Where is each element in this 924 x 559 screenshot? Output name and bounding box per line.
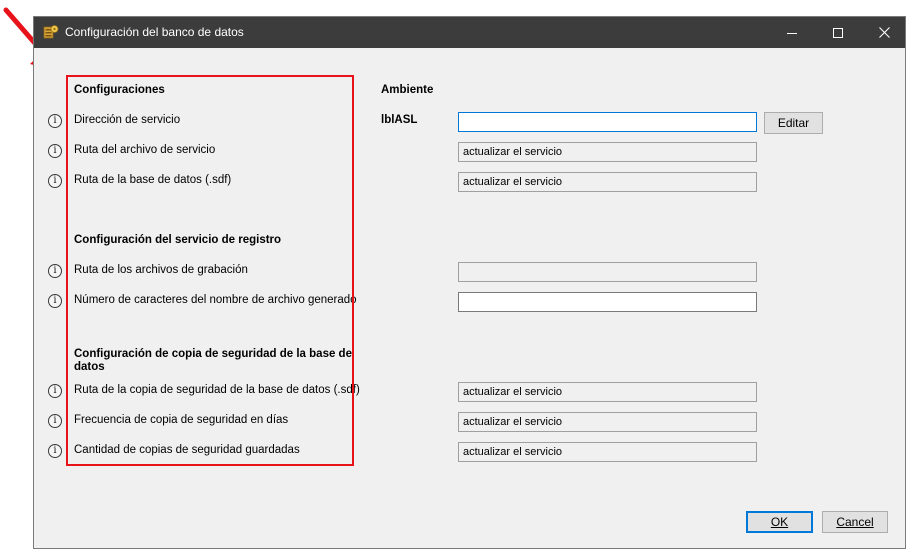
ambiente-name-label: lblASL (381, 114, 418, 126)
ruta-archivo-servicio-field[interactable]: actualizar el servicio (458, 142, 757, 162)
editar-button[interactable]: Editar (764, 112, 823, 134)
label-frecuencia: Frecuencia de copia de seguridad en días (74, 414, 289, 426)
info-icon[interactable]: i (48, 144, 62, 158)
label-ruta-archivo-servicio: Ruta del archivo de servicio (74, 144, 216, 156)
ruta-grabacion-field[interactable] (458, 262, 757, 282)
info-icon[interactable]: i (48, 294, 62, 308)
database-settings-icon (43, 25, 59, 39)
info-icon[interactable]: i (48, 174, 62, 188)
minimize-icon (787, 32, 797, 34)
title-bar[interactable]: Configuración del banco de datos (34, 17, 905, 48)
ruta-base-datos-field[interactable]: actualizar el servicio (458, 172, 757, 192)
maximize-icon (833, 27, 843, 38)
section-header-registro: Configuración del servicio de registro (74, 234, 282, 246)
cancel-button-label: Cancel (836, 515, 874, 529)
label-num-caracteres: Número de caracteres del nombre de archi… (74, 294, 357, 306)
section-header-copia: Configuración de copia de seguridad de l… (74, 348, 352, 373)
ok-button-label: OK (770, 515, 789, 529)
maximize-button[interactable] (815, 17, 861, 48)
ok-button[interactable]: OK (746, 511, 813, 533)
window-title: Configuración del banco de datos (65, 25, 244, 39)
info-icon[interactable]: i (48, 114, 62, 128)
label-direccion-servicio: Dirección de servicio (74, 114, 181, 126)
close-icon (878, 27, 890, 38)
info-icon[interactable]: i (48, 384, 62, 398)
frecuencia-field[interactable]: actualizar el servicio (458, 412, 757, 432)
ambiente-header: Ambiente (381, 84, 434, 96)
direccion-servicio-input[interactable] (458, 112, 757, 132)
label-cantidad: Cantidad de copias de seguridad guardada… (74, 444, 300, 456)
label-ruta-base-datos: Ruta de la base de datos (.sdf) (74, 174, 232, 186)
close-button[interactable] (861, 17, 907, 48)
info-icon[interactable]: i (48, 444, 62, 458)
info-icon[interactable]: i (48, 264, 62, 278)
minimize-button[interactable] (769, 17, 815, 48)
cantidad-field[interactable]: actualizar el servicio (458, 442, 757, 462)
label-ruta-grabacion: Ruta de los archivos de grabación (74, 264, 248, 276)
cancel-button[interactable]: Cancel (822, 511, 888, 533)
info-icon[interactable]: i (48, 414, 62, 428)
num-caracteres-input[interactable] (458, 292, 757, 312)
dialog-window: Configuración del banco de datos Configu… (33, 16, 906, 549)
label-ruta-copia: Ruta de la copia de seguridad de la base… (74, 384, 360, 396)
section-header-configuraciones: Configuraciones (74, 84, 165, 96)
ruta-copia-field[interactable]: actualizar el servicio (458, 382, 757, 402)
